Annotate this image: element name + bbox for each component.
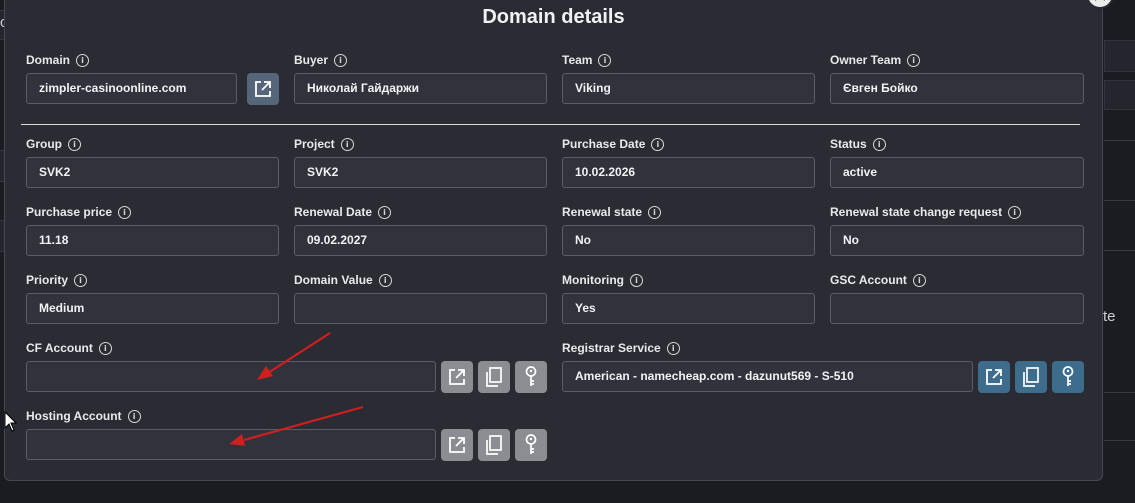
background-divider — [1104, 440, 1135, 441]
background-text: te — [1103, 308, 1116, 325]
purchase-date-label: Purchase Date i — [562, 137, 665, 151]
key-icon — [525, 434, 537, 454]
registrar-service-label: Registrar Service i — [562, 341, 680, 355]
cf-copy-button[interactable] — [478, 361, 510, 393]
hosting-open-button[interactable] — [441, 429, 473, 461]
copy-icon — [486, 367, 502, 387]
info-icon[interactable]: i — [127, 409, 141, 423]
priority-label: Priority i — [26, 273, 88, 287]
external-link-icon — [986, 369, 1002, 385]
external-link-icon — [449, 369, 465, 385]
info-icon[interactable]: i — [76, 53, 90, 67]
domain-value-field[interactable] — [294, 293, 547, 324]
status-field[interactable]: active — [830, 157, 1084, 188]
renewal-state-change-request-field[interactable]: No — [830, 225, 1084, 256]
info-icon[interactable]: i — [912, 273, 926, 287]
background-divider — [1104, 140, 1135, 141]
section-divider — [21, 124, 1080, 125]
info-icon[interactable]: i — [334, 53, 348, 67]
info-icon[interactable]: i — [74, 273, 88, 287]
hosting-copy-button[interactable] — [478, 429, 510, 461]
domain-field[interactable]: zimpler-casinoonline.com — [26, 73, 237, 104]
background-divider — [1104, 250, 1135, 251]
status-label: Status i — [830, 137, 886, 151]
info-icon[interactable]: i — [378, 205, 392, 219]
open-domain-button[interactable] — [247, 73, 279, 105]
info-icon[interactable]: i — [68, 137, 81, 151]
info-icon[interactable]: i — [651, 137, 665, 151]
modal-title: Domain details — [482, 6, 625, 28]
registrar-copy-button[interactable] — [1015, 361, 1047, 393]
team-field[interactable]: Viking — [562, 73, 815, 104]
info-icon[interactable]: i — [98, 341, 112, 355]
registrar-open-button[interactable] — [978, 361, 1010, 393]
info-icon[interactable]: i — [598, 53, 612, 67]
purchase-price-field[interactable]: 11.18 — [26, 225, 279, 256]
copy-icon — [1023, 367, 1039, 387]
info-icon[interactable]: i — [629, 273, 643, 287]
hosting-account-field[interactable] — [26, 429, 436, 460]
renewal-date-label: Renewal Date i — [294, 205, 392, 219]
info-icon[interactable]: i — [648, 205, 662, 219]
close-icon — [1095, 0, 1105, 1]
background-divider — [1104, 200, 1135, 201]
gsc-account-field[interactable] — [830, 293, 1084, 324]
buyer-label: Buyer i — [294, 53, 348, 67]
info-icon[interactable]: i — [1008, 205, 1022, 219]
copy-icon — [486, 435, 502, 455]
priority-field[interactable]: Medium — [26, 293, 279, 324]
background-panel — [1104, 40, 1135, 72]
purchase-date-field[interactable]: 10.02.2026 — [562, 157, 815, 188]
info-icon[interactable]: i — [118, 205, 132, 219]
renewal-state-change-request-label: Renewal state change request i — [830, 205, 1022, 219]
registrar-credentials-button[interactable] — [1052, 361, 1084, 393]
group-field[interactable]: SVK2 — [26, 157, 279, 188]
owner-team-field[interactable]: Євген Бойко — [830, 73, 1084, 104]
background-panel — [1104, 80, 1135, 110]
external-link-icon — [255, 81, 271, 97]
gsc-account-label: GSC Account i — [830, 273, 926, 287]
info-icon[interactable]: i — [872, 137, 886, 151]
domain-label: Domain i — [26, 53, 90, 67]
info-icon[interactable]: i — [907, 53, 921, 67]
group-label: Group i — [26, 137, 81, 151]
monitoring-field[interactable]: Yes — [562, 293, 815, 324]
key-icon — [525, 366, 537, 386]
monitoring-label: Monitoring i — [562, 273, 643, 287]
key-icon — [1062, 366, 1074, 386]
renewal-date-field[interactable]: 09.02.2027 — [294, 225, 547, 256]
cf-account-field[interactable] — [26, 361, 436, 392]
domain-value-label: Domain Value i — [294, 273, 392, 287]
info-icon[interactable]: i — [340, 137, 354, 151]
project-field[interactable]: SVK2 — [294, 157, 547, 188]
info-icon[interactable]: i — [666, 341, 680, 355]
cf-credentials-button[interactable] — [515, 361, 547, 393]
hosting-account-label: Hosting Account i — [26, 409, 141, 423]
external-link-icon — [449, 437, 465, 453]
renewal-state-label: Renewal state i — [562, 205, 662, 219]
hosting-credentials-button[interactable] — [515, 429, 547, 461]
info-icon[interactable]: i — [378, 273, 392, 287]
owner-team-label: Owner Team i — [830, 53, 921, 67]
registrar-service-field[interactable]: American - namecheap.com - dazunut569 - … — [562, 361, 973, 392]
cf-open-button[interactable] — [441, 361, 473, 393]
renewal-state-field[interactable]: No — [562, 225, 815, 256]
buyer-field[interactable]: Николай Гайдаржи — [294, 73, 547, 104]
cf-account-label: CF Account i — [26, 341, 112, 355]
background-divider — [1104, 392, 1135, 393]
project-label: Project i — [294, 137, 354, 151]
purchase-price-label: Purchase price i — [26, 205, 132, 219]
team-label: Team i — [562, 53, 612, 67]
